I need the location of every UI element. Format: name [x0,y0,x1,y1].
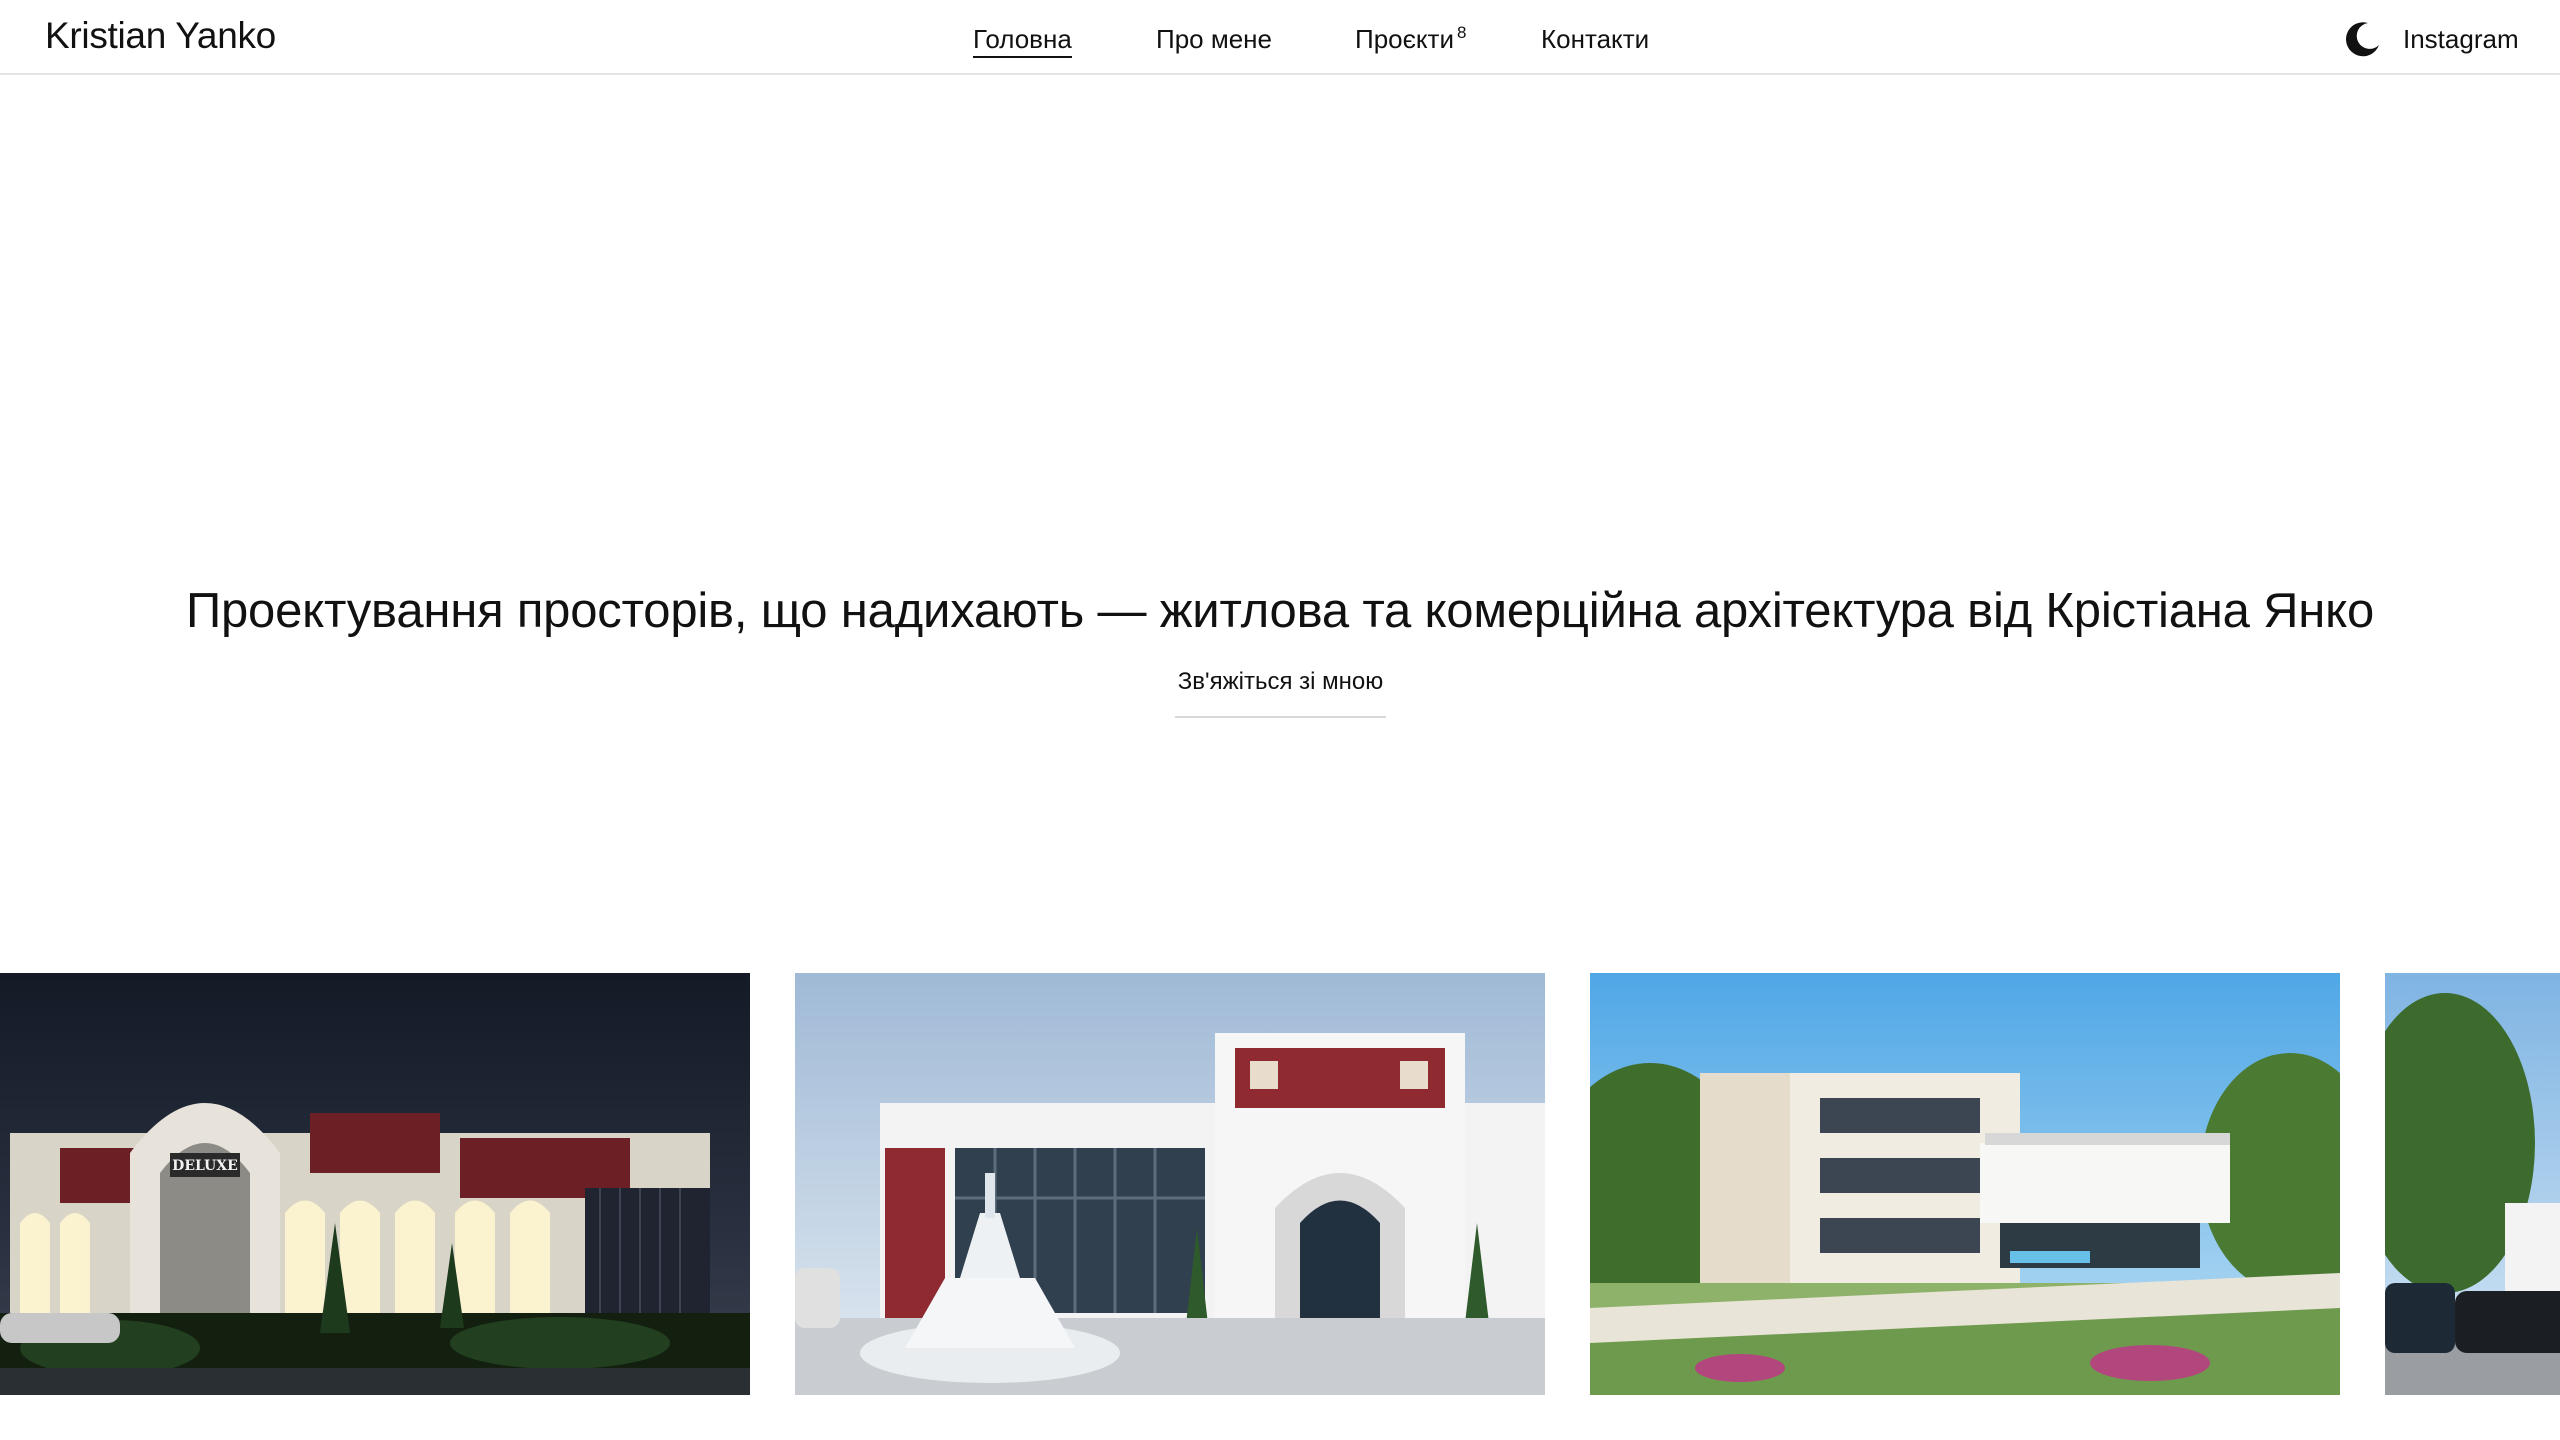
hero-title: Проектування просторів, що надихають — ж… [185,584,2375,638]
project-image-modern-house [1590,973,2340,1395]
moon-icon [2346,22,2379,57]
nav-item-contacts[interactable]: Контакти [1541,22,1649,56]
nav-item-about[interactable]: Про мене [1156,22,1272,56]
project-gallery: DELUXE [0,973,2560,1395]
page: Kristian Yanko Головна Про мене Проєкти 8… [0,0,2560,1440]
deluxe-sign-text: DELUXE [172,1158,238,1174]
site-header: Kristian Yanko Головна Про мене Проєкти 8… [0,0,2560,75]
project-image-villa-cars [2385,973,2560,1395]
nav-item-projects-label: Проєкти [1355,24,1454,54]
project-image-fountain-building [795,973,1545,1395]
project-card-3[interactable] [1590,973,2340,1395]
nav-item-home[interactable]: Головна [973,22,1072,58]
project-card-1[interactable]: DELUXE [0,973,750,1395]
project-card-2[interactable] [795,973,1545,1395]
contact-me-button[interactable]: Зв'яжіться зі мною [1175,662,1386,718]
nav-item-projects[interactable]: Проєкти 8 [1355,22,1466,60]
project-card-4[interactable] [2385,973,2560,1395]
instagram-link[interactable]: Instagram [2403,22,2519,56]
main-nav: Головна Про мене Проєкти 8 Контакти [0,22,2560,58]
theme-toggle-button[interactable] [2344,20,2382,58]
projects-count-badge: 8 [1456,23,1467,42]
project-image-night-building: DELUXE [0,973,750,1395]
